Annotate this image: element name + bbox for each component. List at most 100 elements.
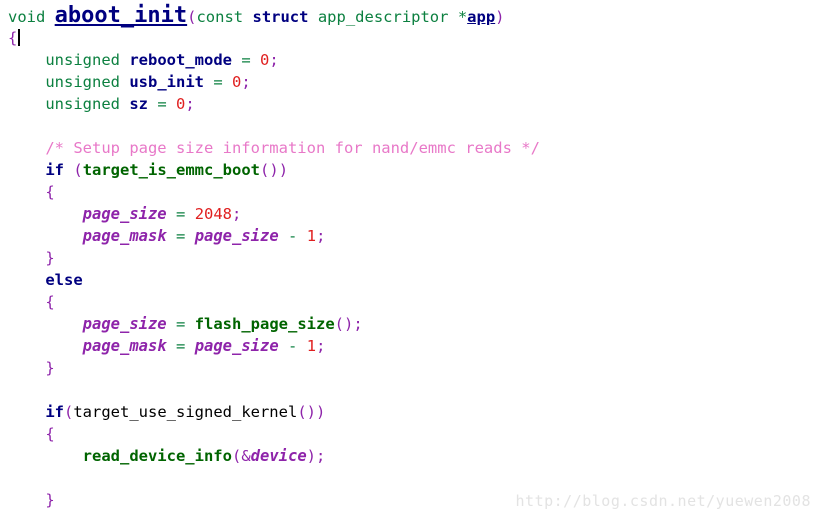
- code-token: ;: [316, 337, 326, 355]
- code-token: ;: [185, 95, 195, 113]
- code-token: app_descriptor: [317, 8, 449, 26]
- code-line[interactable]: }: [8, 357, 823, 379]
- code-line[interactable]: page_size = 2048;: [8, 203, 823, 225]
- code-line[interactable]: unsigned reboot_mode = 0;: [8, 49, 823, 71]
- code-token: page_mask: [82, 227, 167, 245]
- code-token: (: [297, 403, 307, 421]
- code-line[interactable]: if(target_use_signed_kernel()): [8, 401, 823, 423]
- code-line[interactable]: {: [8, 291, 823, 313]
- code-token: 0: [176, 95, 186, 113]
- code-token: aboot_init: [54, 3, 188, 28]
- code-token: }: [45, 359, 55, 377]
- code-token: ): [306, 447, 316, 465]
- code-token: {: [45, 293, 55, 311]
- code-token: const: [196, 8, 244, 26]
- code-token: unsigned: [45, 95, 120, 113]
- code-token: (: [73, 161, 83, 179]
- code-token: =: [157, 95, 167, 113]
- code-token: (: [334, 315, 345, 333]
- code-token: ): [495, 8, 505, 26]
- code-token: usb_init: [129, 73, 204, 91]
- code-token: ): [344, 315, 354, 333]
- code-token: page_size: [194, 337, 279, 355]
- code-token: =: [176, 315, 186, 333]
- code-token: page_size: [194, 227, 279, 245]
- code-line[interactable]: read_device_info(&device);: [8, 445, 823, 467]
- code-token: }: [45, 491, 55, 509]
- code-line[interactable]: unsigned usb_init = 0;: [8, 71, 823, 93]
- code-token: {: [45, 183, 55, 201]
- code-line[interactable]: [8, 467, 823, 489]
- code-line[interactable]: {: [8, 27, 823, 49]
- code-line[interactable]: page_size = flash_page_size();: [8, 313, 823, 335]
- code-line[interactable]: /* Setup page size information for nand/…: [8, 137, 823, 159]
- code-token: =: [176, 337, 186, 355]
- code-line[interactable]: page_mask = page_size - 1;: [8, 225, 823, 247]
- code-token: page_mask: [82, 337, 167, 355]
- code-token: (: [231, 447, 242, 465]
- code-token: =: [176, 205, 186, 223]
- code-token: 1: [306, 337, 317, 355]
- code-line[interactable]: [8, 379, 823, 401]
- code-line[interactable]: else: [8, 269, 823, 291]
- code-token: 0: [260, 51, 270, 69]
- watermark-url: http://blog.csdn.net/yuewen2008: [515, 492, 811, 510]
- code-block[interactable]: void aboot_init (const struct app_descrip…: [8, 5, 823, 511]
- code-token: ;: [232, 205, 242, 223]
- code-token: flash_page_size: [194, 315, 335, 333]
- code-token: ;: [269, 51, 279, 69]
- code-token: 0: [232, 73, 242, 91]
- code-line[interactable]: [8, 115, 823, 137]
- code-line[interactable]: unsigned sz = 0;: [8, 93, 823, 115]
- code-token: *: [457, 8, 468, 26]
- code-line[interactable]: {: [8, 423, 823, 445]
- code-token: }: [45, 249, 55, 267]
- code-token: ): [306, 403, 316, 421]
- code-token: 2048: [194, 205, 233, 223]
- code-token: &: [241, 447, 251, 465]
- code-token: ): [278, 161, 289, 179]
- code-line[interactable]: if (target_is_emmc_boot()): [8, 159, 823, 181]
- code-token: {: [8, 29, 18, 47]
- code-line[interactable]: void aboot_init(const struct app_descrip…: [8, 5, 823, 27]
- code-line[interactable]: page_mask = page_size - 1;: [8, 335, 823, 357]
- code-token: (: [64, 403, 74, 421]
- code-token: void: [8, 8, 46, 26]
- code-editor[interactable]: void aboot_init (const struct app_descrip…: [0, 0, 825, 522]
- code-line[interactable]: }: [8, 247, 823, 269]
- code-token: ): [269, 161, 279, 179]
- code-token: ): [316, 403, 326, 421]
- code-line[interactable]: {: [8, 181, 823, 203]
- code-token: app: [467, 8, 496, 26]
- code-token: if: [45, 403, 64, 421]
- code-token: =: [241, 51, 251, 69]
